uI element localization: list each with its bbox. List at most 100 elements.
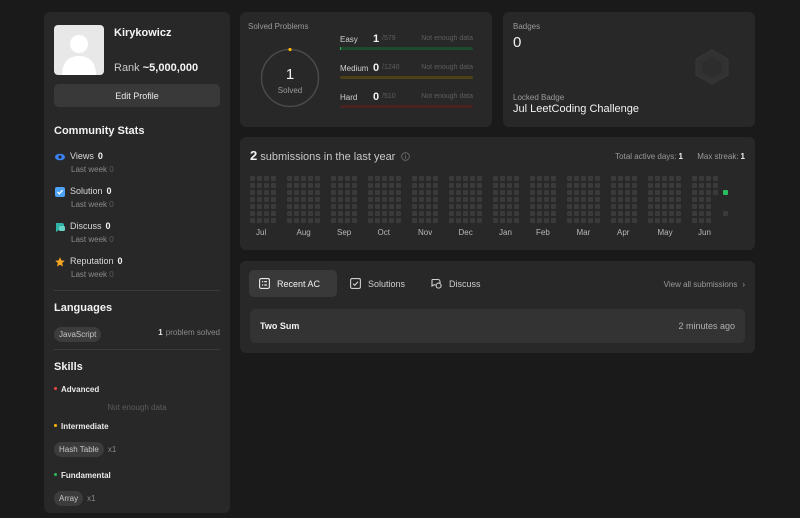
- heatmap-cell[interactable]: [537, 197, 542, 202]
- heatmap-cell[interactable]: [706, 190, 711, 195]
- heatmap-cell[interactable]: [396, 197, 401, 202]
- heatmap-cell[interactable]: [507, 197, 512, 202]
- heatmap-cell[interactable]: [308, 183, 313, 188]
- heatmap-cell[interactable]: [412, 204, 417, 209]
- heatmap-cell[interactable]: [352, 211, 357, 216]
- heatmap-cell[interactable]: [345, 218, 350, 223]
- heatmap-cell[interactable]: [287, 218, 292, 223]
- heatmap-cell[interactable]: [368, 183, 373, 188]
- heatmap-cell[interactable]: [352, 204, 357, 209]
- heatmap-cell[interactable]: [294, 183, 299, 188]
- heatmap-cell[interactable]: [662, 197, 667, 202]
- view-all-submissions-link[interactable]: View all submissions ›: [664, 280, 745, 289]
- heatmap-cell[interactable]: [567, 190, 572, 195]
- heatmap-cell[interactable]: [375, 176, 380, 181]
- heatmap-cell[interactable]: [692, 190, 697, 195]
- heatmap-cell[interactable]: [611, 204, 616, 209]
- heatmap-cell[interactable]: [567, 204, 572, 209]
- heatmap-cell[interactable]: [352, 176, 357, 181]
- heatmap-cell[interactable]: [294, 190, 299, 195]
- heatmap-cell[interactable]: [301, 211, 306, 216]
- heatmap-cell[interactable]: [514, 204, 519, 209]
- heatmap-cell[interactable]: [331, 218, 336, 223]
- heatmap-cell[interactable]: [433, 211, 438, 216]
- locked-badge-icon[interactable]: [693, 48, 731, 86]
- heatmap-cell[interactable]: [537, 211, 542, 216]
- heatmap-cell[interactable]: [530, 197, 535, 202]
- heatmap-cell[interactable]: [699, 197, 704, 202]
- heatmap-cell[interactable]: [338, 176, 343, 181]
- heatmap-cell[interactable]: [368, 218, 373, 223]
- heatmap-cell[interactable]: [574, 183, 579, 188]
- heatmap-cell[interactable]: [250, 211, 255, 216]
- heatmap-cell[interactable]: [618, 183, 623, 188]
- heatmap-cell[interactable]: [611, 211, 616, 216]
- heatmap-cell[interactable]: [530, 204, 535, 209]
- heatmap-cell[interactable]: [648, 176, 653, 181]
- heatmap-cell[interactable]: [352, 183, 357, 188]
- heatmap-cell[interactable]: [250, 190, 255, 195]
- heatmap-cell[interactable]: [271, 183, 276, 188]
- heatmap-cell[interactable]: [706, 211, 711, 216]
- heatmap-cell[interactable]: [655, 211, 660, 216]
- heatmap-cell[interactable]: [426, 176, 431, 181]
- heatmap-cell[interactable]: [676, 176, 681, 181]
- heatmap-cell[interactable]: [345, 197, 350, 202]
- heatmap-cell[interactable]: [625, 211, 630, 216]
- heatmap-cell[interactable]: [396, 204, 401, 209]
- heatmap-cell[interactable]: [669, 183, 674, 188]
- heatmap-cell[interactable]: [676, 211, 681, 216]
- avatar[interactable]: [54, 25, 104, 75]
- heatmap-cell[interactable]: [287, 183, 292, 188]
- heatmap-cell[interactable]: [287, 176, 292, 181]
- heatmap-cell[interactable]: [419, 218, 424, 223]
- heatmap-cell[interactable]: [676, 197, 681, 202]
- heatmap-cell[interactable]: [706, 176, 711, 181]
- heatmap-cell[interactable]: [470, 204, 475, 209]
- heatmap-cell[interactable]: [345, 183, 350, 188]
- heatmap-cell[interactable]: [662, 211, 667, 216]
- heatmap-cell[interactable]: [713, 176, 718, 181]
- heatmap-cell[interactable]: [382, 176, 387, 181]
- heatmap-cell[interactable]: [331, 211, 336, 216]
- heatmap-cell[interactable]: [699, 218, 704, 223]
- heatmap-cell[interactable]: [315, 197, 320, 202]
- heatmap-cell[interactable]: [632, 197, 637, 202]
- heatmap-cell[interactable]: [551, 218, 556, 223]
- heatmap-cell[interactable]: [412, 183, 417, 188]
- heatmap-cell[interactable]: [588, 176, 593, 181]
- heatmap-cell[interactable]: [493, 197, 498, 202]
- heatmap-cell[interactable]: [463, 183, 468, 188]
- heatmap-cell[interactable]: [375, 218, 380, 223]
- heatmap-cell[interactable]: [567, 183, 572, 188]
- heatmap-cell[interactable]: [449, 183, 454, 188]
- heatmap-cell[interactable]: [530, 176, 535, 181]
- heatmap-cell[interactable]: [581, 211, 586, 216]
- heatmap-cell[interactable]: [352, 197, 357, 202]
- heatmap-cell[interactable]: [382, 190, 387, 195]
- heatmap-cell[interactable]: [426, 190, 431, 195]
- heatmap-cell[interactable]: [449, 176, 454, 181]
- heatmap-cell[interactable]: [426, 183, 431, 188]
- heatmap-cell[interactable]: [477, 176, 482, 181]
- heatmap-cell[interactable]: [419, 211, 424, 216]
- heatmap-cell[interactable]: [287, 204, 292, 209]
- heatmap-cell[interactable]: [493, 176, 498, 181]
- heatmap-cell[interactable]: [352, 218, 357, 223]
- heatmap-cell[interactable]: [419, 176, 424, 181]
- heatmap-cell[interactable]: [294, 176, 299, 181]
- heatmap-cell[interactable]: [449, 204, 454, 209]
- heatmap-cell[interactable]: [500, 204, 505, 209]
- heatmap-cell[interactable]: [463, 176, 468, 181]
- heatmap-cell[interactable]: [456, 197, 461, 202]
- heatmap-cell[interactable]: [271, 197, 276, 202]
- submission-row[interactable]: Two Sum 2 minutes ago: [250, 309, 745, 343]
- heatmap-cell[interactable]: [723, 211, 728, 216]
- heatmap-cell[interactable]: [618, 176, 623, 181]
- heatmap-cell[interactable]: [331, 190, 336, 195]
- heatmap-cell[interactable]: [315, 211, 320, 216]
- heatmap-cell[interactable]: [433, 218, 438, 223]
- heatmap-cell[interactable]: [669, 190, 674, 195]
- heatmap-cell[interactable]: [500, 197, 505, 202]
- heatmap-cell[interactable]: [456, 190, 461, 195]
